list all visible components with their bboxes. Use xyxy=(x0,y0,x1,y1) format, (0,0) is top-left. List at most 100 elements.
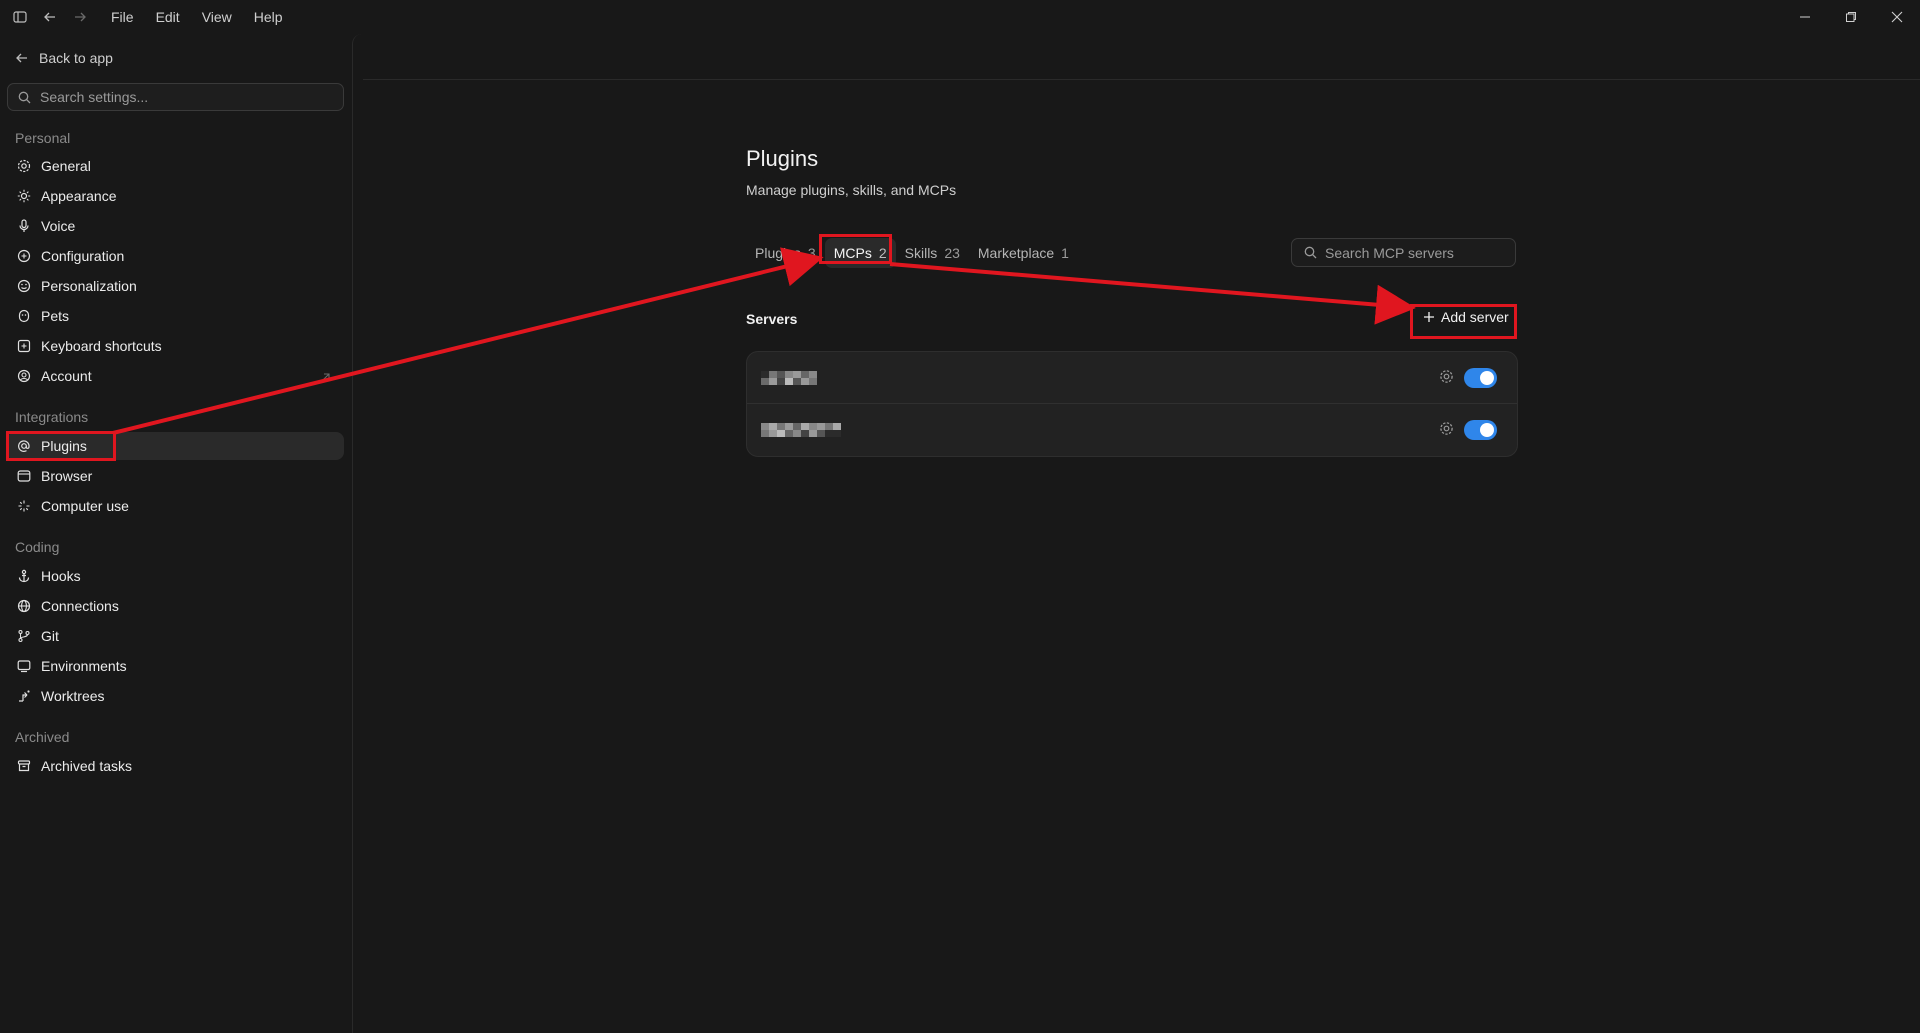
main-header-bar xyxy=(363,34,1920,80)
server-row xyxy=(747,404,1517,456)
tab-marketplace[interactable]: Marketplace 1 xyxy=(969,238,1078,268)
annotation-box-mcps-tab xyxy=(819,234,892,264)
sidebar-item-configuration[interactable]: Configuration xyxy=(7,242,344,270)
sidebar-item-archived-tasks[interactable]: Archived tasks xyxy=(7,752,344,780)
redacted-server-name xyxy=(761,423,841,437)
tab-plugins[interactable]: Plugins 3 xyxy=(746,238,825,268)
sidebar-item-label: Hooks xyxy=(41,568,81,584)
archive-icon xyxy=(16,759,31,774)
sidebar-item-environments[interactable]: Environments xyxy=(7,652,344,680)
sidebar-item-label: General xyxy=(41,158,91,174)
tab-skills[interactable]: Skills 23 xyxy=(896,238,969,268)
tab-label: Marketplace xyxy=(977,245,1055,261)
sidebar-item-connections[interactable]: Connections xyxy=(7,592,344,620)
section-archived: Archived xyxy=(15,729,70,745)
gear-icon xyxy=(16,159,31,174)
page-title: Plugins xyxy=(746,146,819,171)
sidebar-item-label: Personalization xyxy=(41,278,137,294)
sidebar-item-keyboard-shortcuts[interactable]: Keyboard shortcuts xyxy=(7,332,344,360)
sidebar-item-general[interactable]: General xyxy=(7,152,344,180)
title-bar-controls xyxy=(10,7,90,27)
search-icon xyxy=(1304,246,1317,259)
title-bar: File Edit View Help xyxy=(0,0,1920,34)
worktree-icon xyxy=(16,689,31,704)
back-to-app-label: Back to app xyxy=(39,50,113,66)
monitor-icon xyxy=(16,659,31,674)
page-subtitle: Manage plugins, skills, and MCPs xyxy=(746,182,957,198)
menu-edit[interactable]: Edit xyxy=(145,0,191,34)
menu-file[interactable]: File xyxy=(111,0,145,34)
config-icon xyxy=(16,249,31,264)
sidebar-item-label: Archived tasks xyxy=(41,758,133,774)
tab-label: Skills xyxy=(904,245,938,261)
minimize-icon[interactable] xyxy=(1782,0,1828,34)
server-enabled-toggle[interactable] xyxy=(1464,368,1497,388)
servers-list xyxy=(746,351,1518,457)
sidebar-item-voice[interactable]: Voice xyxy=(7,212,344,240)
section-coding: Coding xyxy=(15,539,60,555)
sidebar-item-browser[interactable]: Browser xyxy=(7,462,344,490)
sidebar-item-label: Connections xyxy=(41,598,119,614)
sidebar-item-label: Configuration xyxy=(41,248,125,264)
window-controls xyxy=(1782,0,1920,34)
toggle-knob xyxy=(1480,423,1494,437)
pet-icon xyxy=(16,309,31,324)
sidebar-item-account[interactable]: Account xyxy=(7,362,344,390)
settings-search-input[interactable]: Search settings... xyxy=(7,83,344,111)
settings-search-placeholder: Search settings... xyxy=(40,89,149,105)
menu-view[interactable]: View xyxy=(191,0,243,34)
sidebar-item-label: Browser xyxy=(41,468,93,484)
section-personal: Personal xyxy=(15,130,71,146)
menu-help[interactable]: Help xyxy=(243,0,294,34)
server-settings-gear-icon[interactable] xyxy=(1439,421,1454,439)
mic-icon xyxy=(16,219,31,234)
sidebar-item-personalization[interactable]: Personalization xyxy=(7,272,344,300)
mcp-search-input[interactable]: Search MCP servers xyxy=(1291,238,1516,267)
menu-bar: File Edit View Help xyxy=(111,0,294,34)
back-arrow-icon[interactable] xyxy=(40,7,60,27)
tab-label: Plugins xyxy=(755,245,801,261)
plugin-tabs: Plugins 3 MCPs 2 Skills 23 Marketplace 1 xyxy=(746,238,1078,268)
tab-count: 1 xyxy=(1061,245,1069,261)
settings-main-panel: Plugins Manage plugins, skills, and MCPs… xyxy=(352,34,1920,1033)
restore-icon[interactable] xyxy=(1828,0,1874,34)
sidebar-item-label: Account xyxy=(41,368,92,384)
sparkle-icon xyxy=(16,499,31,514)
sidebar-item-label: Appearance xyxy=(41,188,117,204)
section-integrations: Integrations xyxy=(15,409,89,425)
sidebar-item-worktrees[interactable]: Worktrees xyxy=(7,682,344,710)
back-to-app-link[interactable]: Back to app xyxy=(15,50,113,66)
sidebar-item-hooks[interactable]: Hooks xyxy=(7,562,344,590)
server-enabled-toggle[interactable] xyxy=(1464,420,1497,440)
sidebar-item-label: Worktrees xyxy=(41,688,105,704)
search-icon xyxy=(18,91,31,103)
sidebar-item-computer-use[interactable]: Computer use xyxy=(7,492,344,520)
sidebar-item-label: Git xyxy=(41,628,59,644)
sidebar-item-git[interactable]: Git xyxy=(7,622,344,650)
redacted-server-name xyxy=(761,371,817,385)
close-icon[interactable] xyxy=(1874,0,1920,34)
sidebar-toggle-icon[interactable] xyxy=(10,7,30,27)
sidebar-item-pets[interactable]: Pets xyxy=(7,302,344,330)
toggle-knob xyxy=(1480,371,1494,385)
sidebar-item-appearance[interactable]: Appearance xyxy=(7,182,344,210)
account-icon xyxy=(16,369,31,384)
sidebar-item-label: Keyboard shortcuts xyxy=(41,338,162,354)
server-settings-gear-icon[interactable] xyxy=(1439,369,1454,387)
keyboard-icon xyxy=(16,339,31,354)
browser-icon xyxy=(16,469,31,484)
branch-icon xyxy=(16,629,31,644)
sidebar-item-label: Pets xyxy=(41,308,70,324)
sidebar-item-label: Voice xyxy=(41,218,76,234)
personalization-icon xyxy=(16,279,31,294)
anchor-icon xyxy=(16,569,31,584)
tab-count: 23 xyxy=(944,245,960,261)
plugins-content: Plugins Manage plugins, skills, and MCPs… xyxy=(746,146,1518,457)
sun-icon xyxy=(16,189,31,204)
external-link-icon xyxy=(320,370,331,386)
forward-arrow-icon[interactable] xyxy=(70,7,90,27)
tab-count: 3 xyxy=(807,245,816,261)
annotation-box-add-server xyxy=(1410,304,1517,339)
sidebar-item-label: Environments xyxy=(41,658,127,674)
globe-icon xyxy=(16,599,31,614)
